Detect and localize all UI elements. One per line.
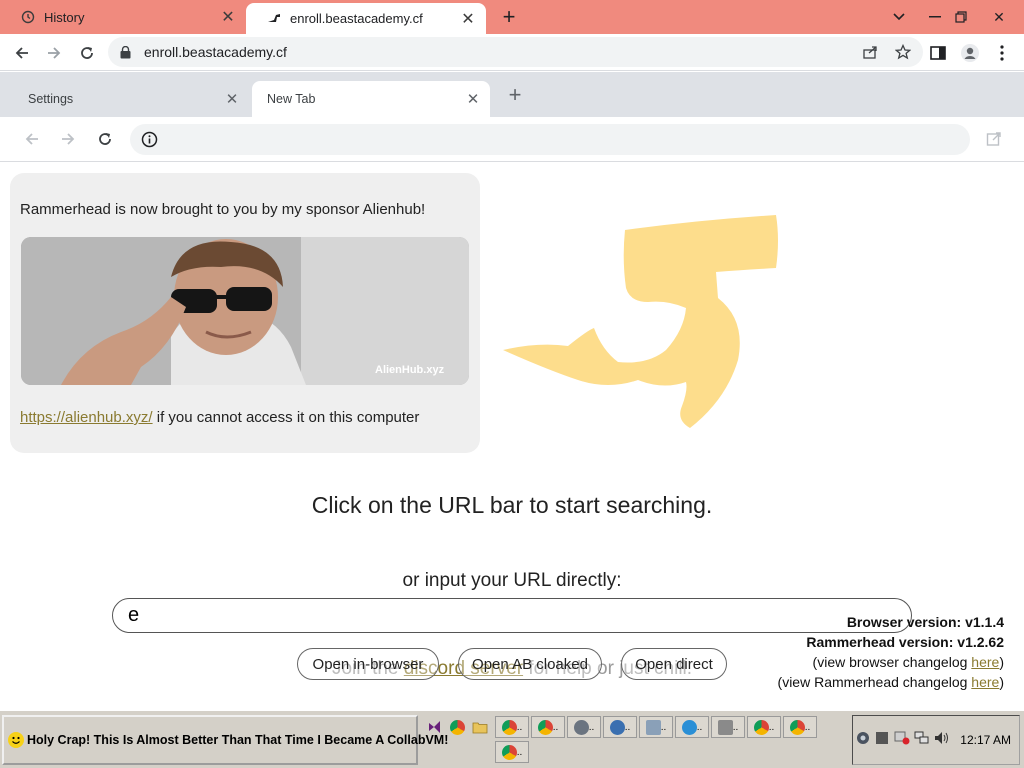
menu-kebab-icon[interactable] (988, 39, 1016, 67)
sponsor-link-line: https://alienhub.xyz/ if you cannot acce… (20, 409, 419, 426)
volume-icon[interactable] (934, 731, 950, 750)
tab-title: History (44, 9, 85, 25)
reload-icon[interactable] (73, 39, 101, 67)
sponsor-link-suffix: if you cannot access it on this computer (152, 409, 420, 426)
browser-changelog-line: (view browser changelog here) (778, 652, 1004, 672)
inner-tab-settings[interactable]: Settings ✕ (13, 81, 249, 117)
sponsor-card: Rammerhead is now brought to you by my s… (10, 173, 480, 453)
smiley-icon (8, 732, 24, 748)
version-info: Browser version: v1.1.4 Rammerhead versi… (778, 612, 1004, 692)
rammerhead-favicon (266, 11, 282, 27)
system-tray: 12:17 AM (852, 715, 1020, 765)
close-window-icon[interactable]: ✕ (982, 0, 1016, 34)
tab-history[interactable]: History ✕ (0, 0, 246, 34)
inner-forward-arrow-icon[interactable] (54, 125, 82, 153)
taskbar-app-chrome[interactable]: .. (495, 716, 529, 738)
open-direct-button[interactable]: Open direct (621, 648, 727, 680)
bookmark-star-icon[interactable] (891, 40, 915, 64)
rammerhead-changelog-line: (view Rammerhead changelog here) (778, 672, 1004, 692)
browser-changelog-link[interactable]: here (971, 654, 999, 670)
chrome-icon[interactable] (447, 716, 467, 738)
open-ab-cloaked-button[interactable]: Open AB cloaked (458, 648, 602, 680)
forward-arrow-icon[interactable] (40, 39, 68, 67)
tab-title: Settings (28, 92, 74, 106)
taskbar-app-globe[interactable]: .. (603, 716, 637, 738)
sponsor-image-caption: AlienHub.xyz (375, 364, 445, 376)
inner-toolbar (0, 117, 1024, 162)
close-paren: ) (999, 654, 1004, 670)
taskbar-app-window[interactable]: .. (711, 716, 745, 738)
error-tray-icon[interactable] (894, 731, 910, 750)
page-subline: or input your URL directly: (402, 570, 622, 591)
taskbar: Holy Crap! This Is Almost Better Than Th… (0, 710, 1024, 768)
sponsor-text: Rammerhead is now brought to you by my s… (20, 201, 426, 218)
inner-new-tab-button[interactable]: + (503, 82, 527, 107)
close-tab-icon[interactable]: ✕ (221, 88, 243, 110)
back-arrow-icon[interactable] (8, 39, 36, 67)
tab-enroll[interactable]: enroll.beastacademy.cf ✕ (246, 3, 486, 34)
profile-avatar-icon[interactable] (956, 39, 984, 67)
alienhub-link[interactable]: https://alienhub.xyz/ (20, 409, 153, 426)
outer-tab-strip: History ✕ enroll.beastacademy.cf ✕ + ✕ (0, 0, 1024, 34)
square-tray-icon[interactable] (876, 731, 888, 749)
taskbar-app-ie[interactable]: .. (675, 716, 709, 738)
share-icon[interactable] (859, 40, 883, 64)
tab-title: enroll.beastacademy.cf (290, 11, 423, 26)
info-icon[interactable] (141, 131, 158, 148)
lock-icon[interactable] (120, 45, 134, 59)
folder-icon[interactable] (470, 716, 490, 738)
taskbar-app-chrome[interactable]: .. (747, 716, 781, 738)
rammerhead-logo-icon (503, 215, 778, 428)
rammerhead-changelog-prefix: (view Rammerhead changelog (777, 674, 972, 690)
restore-icon[interactable] (944, 0, 978, 34)
taskbar-app-chrome[interactable]: .. (783, 716, 817, 738)
open-in-browser-button[interactable]: Open in-browser (297, 648, 439, 680)
close-tab-icon[interactable]: ✕ (456, 7, 480, 31)
address-bar[interactable]: enroll.beastacademy.cf (108, 37, 923, 67)
rammerhead-version: Rammerhead version: v1.2.62 (806, 634, 1004, 650)
browser-changelog-prefix: (view browser changelog (812, 654, 972, 670)
start-label: Holy Crap! This Is Almost Better Than Th… (27, 733, 449, 747)
taskbar-app-steam[interactable]: .. (567, 716, 601, 738)
side-panel-icon[interactable] (924, 39, 952, 67)
clock: 12:17 AM (960, 733, 1011, 747)
close-tab-icon[interactable]: ✕ (462, 88, 484, 110)
page-headline: Click on the URL bar to start searching. (311, 492, 713, 518)
open-external-icon[interactable] (980, 125, 1008, 153)
inner-address-bar[interactable] (130, 124, 970, 155)
inner-back-arrow-icon[interactable] (18, 125, 46, 153)
tab-title: New Tab (267, 92, 316, 106)
rammerhead-changelog-link[interactable]: here (971, 674, 999, 690)
close-tab-icon[interactable]: ✕ (216, 5, 240, 29)
tab-search-icon[interactable] (882, 0, 916, 34)
network-tray-icon[interactable] (914, 731, 930, 750)
inner-reload-icon[interactable] (91, 125, 119, 153)
new-tab-button[interactable]: + (496, 4, 522, 29)
outer-toolbar: enroll.beastacademy.cf (0, 34, 1024, 71)
taskbar-app-monitor[interactable]: .. (639, 716, 673, 738)
inner-tab-new-tab[interactable]: New Tab ✕ (252, 81, 490, 117)
sponsor-image[interactable]: AlienHub.xyz (21, 237, 469, 385)
visual-studio-icon[interactable] (425, 716, 445, 738)
browser-version: Browser version: v1.1.4 (846, 614, 1004, 630)
start-button[interactable]: Holy Crap! This Is Almost Better Than Th… (2, 715, 448, 765)
taskbar-app-chrome[interactable]: .. (531, 716, 565, 738)
history-icon (20, 9, 36, 25)
taskbar-app-chrome[interactable]: .. (495, 741, 529, 763)
close-paren: ) (999, 674, 1004, 690)
steam-tray-icon[interactable] (856, 731, 870, 750)
address-text: enroll.beastacademy.cf (144, 44, 287, 60)
